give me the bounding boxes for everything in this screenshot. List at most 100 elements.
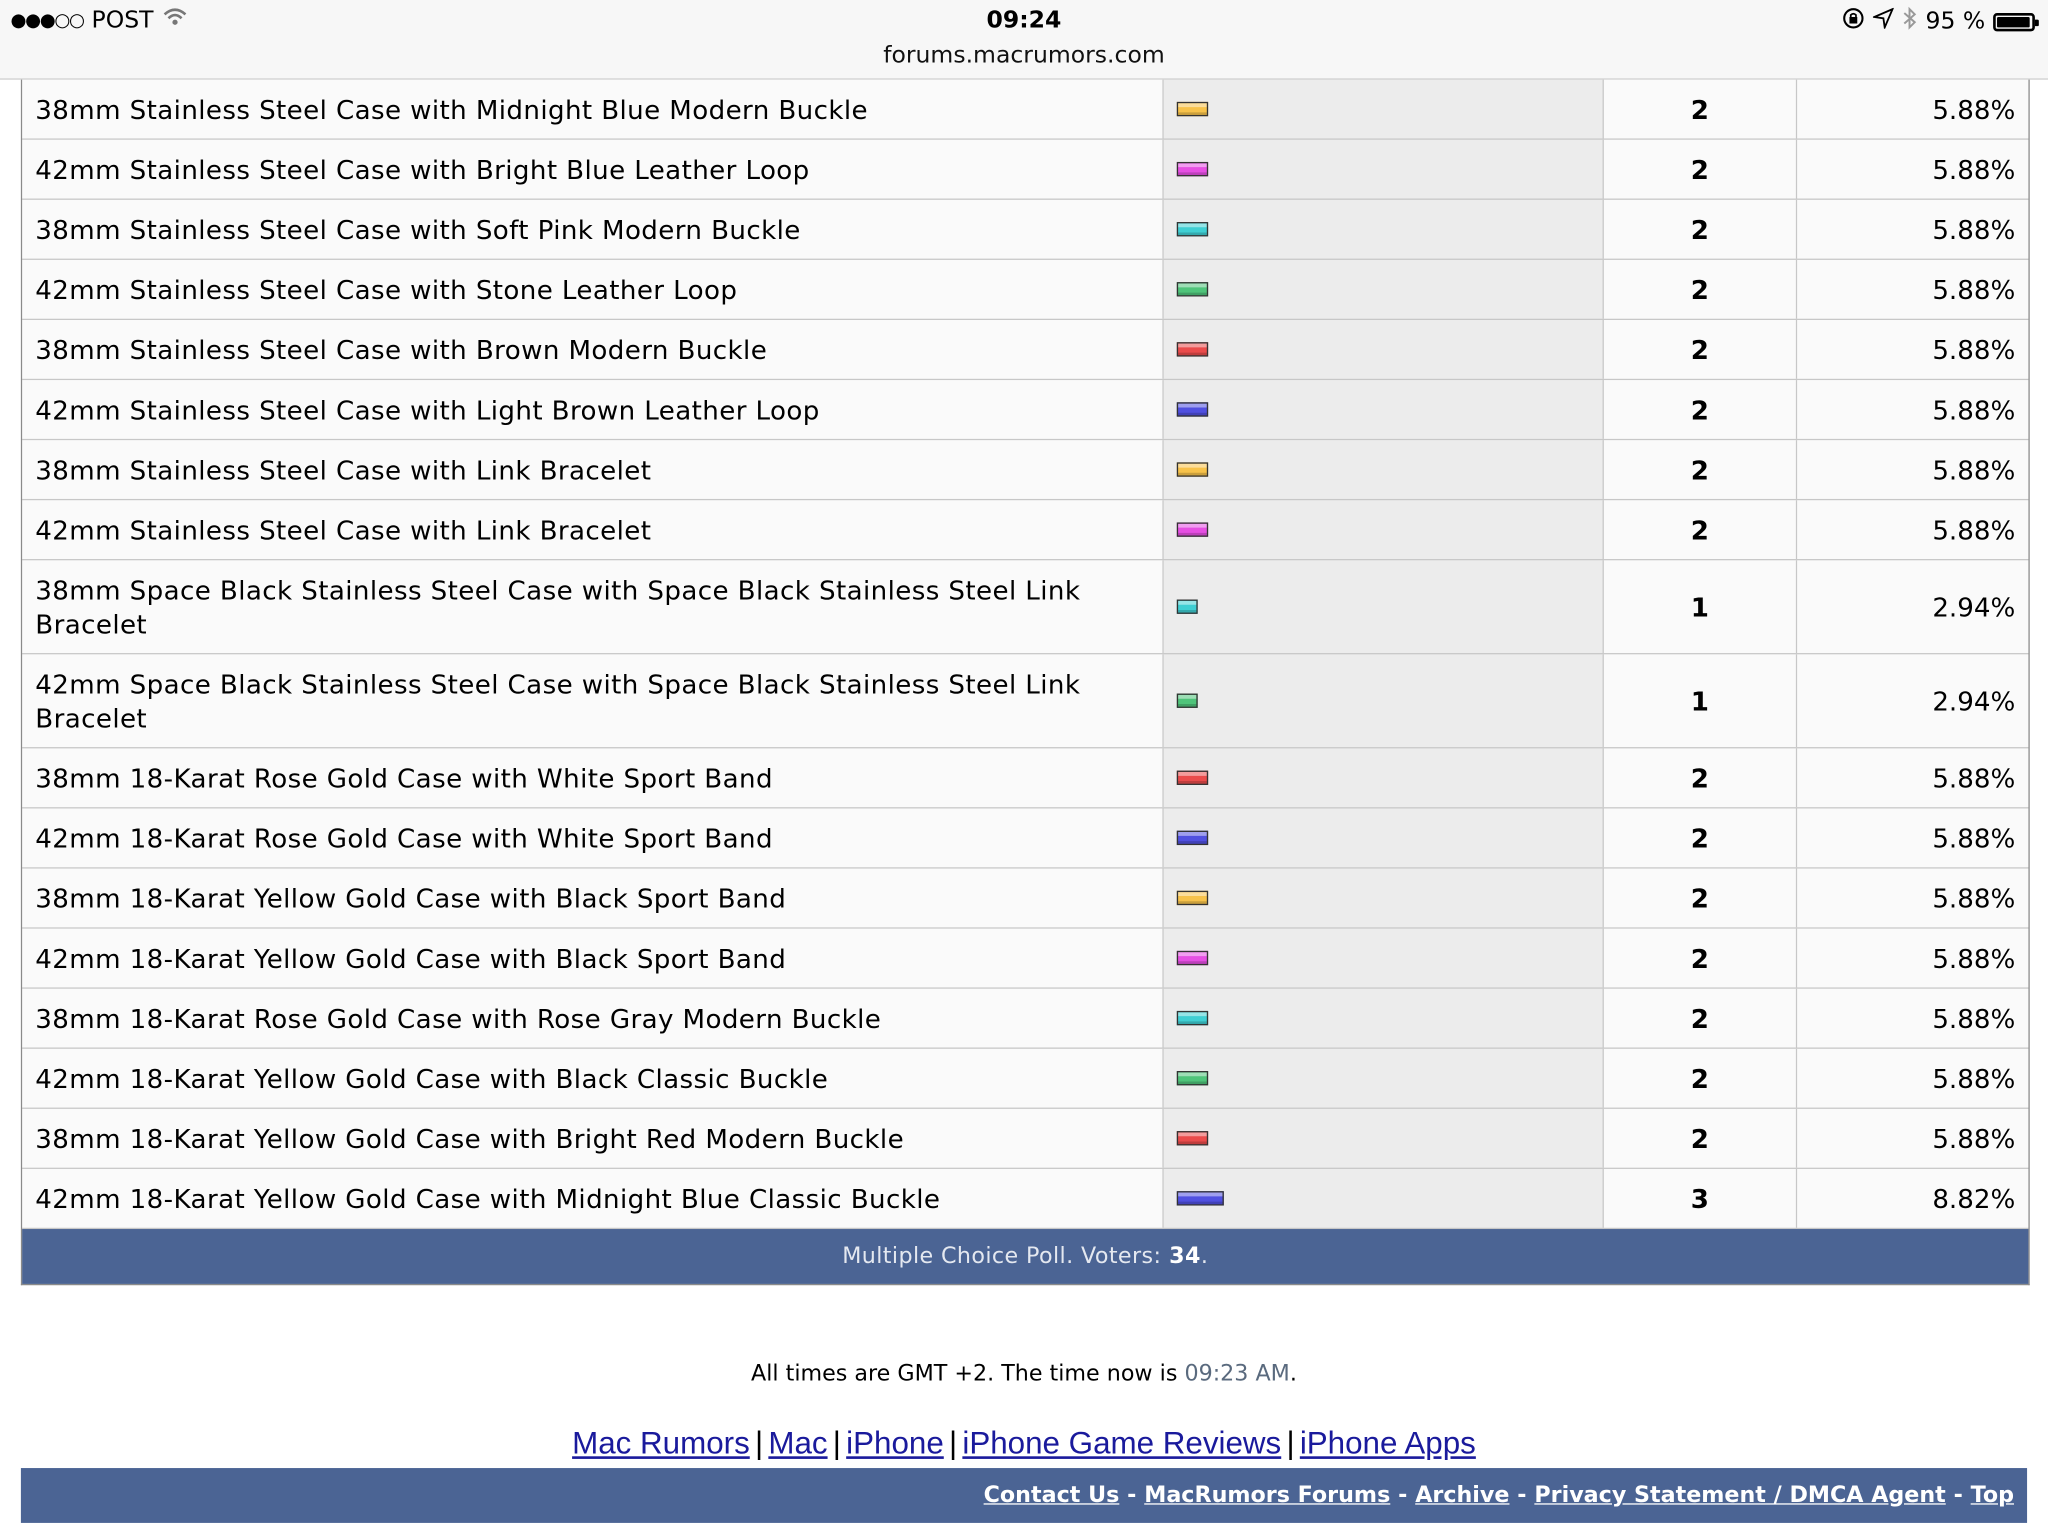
page: ●●●○○ POST 09:24 forums.macrumors.com 95… <box>0 0 2048 1536</box>
poll-option-label: 42mm Stainless Steel Case with Link Brac… <box>22 500 1164 560</box>
poll-result-bar <box>1176 161 1209 177</box>
poll-row: 38mm Space Black Stainless Steel Case wi… <box>22 560 2029 655</box>
poll-row: 42mm Stainless Steel Case with Stone Lea… <box>22 259 2029 320</box>
poll-vote-count: 2 <box>1603 748 1798 808</box>
poll-option-label: 38mm 18-Karat Yellow Gold Case with Blac… <box>22 868 1164 928</box>
poll-percentage: 5.88% <box>1797 928 2029 988</box>
link-contact-us[interactable]: Contact Us <box>984 1482 1120 1508</box>
poll-vote-count: 2 <box>1603 319 1798 379</box>
poll-percentage: 5.88% <box>1797 988 2029 1048</box>
link-mac[interactable]: Mac <box>768 1426 827 1461</box>
poll-bar-cell <box>1163 928 1604 988</box>
battery-icon <box>1993 12 2039 31</box>
poll-bar-cell <box>1163 988 1604 1048</box>
poll-row: 38mm 18-Karat Yellow Gold Case with Blac… <box>22 868 2029 929</box>
poll-option-label: 42mm 18-Karat Yellow Gold Case with Blac… <box>22 928 1164 988</box>
poll-rows: 38mm Stainless Steel Case with Midnight … <box>22 79 2029 1230</box>
poll-result-bar <box>1176 693 1198 708</box>
poll-bar-cell <box>1163 440 1604 499</box>
poll-row: 38mm Stainless Steel Case with Brown Mod… <box>22 319 2029 381</box>
poll-row: 42mm Stainless Steel Case with Link Brac… <box>22 500 2029 561</box>
poll-percentage: 5.88% <box>1797 319 2029 379</box>
poll-bar-cell <box>1163 560 1604 654</box>
poll-vote-count: 2 <box>1603 808 1798 868</box>
poll-results-table: 38mm Stainless Steel Case with Midnight … <box>20 79 2030 1286</box>
poll-vote-count: 2 <box>1603 868 1798 928</box>
poll-option-label: 42mm 18-Karat Yellow Gold Case with Midn… <box>22 1168 1164 1228</box>
poll-row: 38mm 18-Karat Yellow Gold Case with Brig… <box>22 1108 2029 1169</box>
poll-result-bar <box>1176 770 1209 785</box>
poll-vote-count: 1 <box>1603 560 1798 654</box>
poll-option-label: 38mm Stainless Steel Case with Soft Pink… <box>22 199 1164 259</box>
poll-row: 42mm Space Black Stainless Steel Case wi… <box>22 654 2029 749</box>
poll-result-bar <box>1176 282 1209 297</box>
poll-footer: Multiple Choice Poll. Voters: 34. <box>22 1229 2029 1284</box>
url-bar[interactable]: forums.macrumors.com <box>0 42 2048 69</box>
timezone-suffix: . <box>1289 1360 1297 1388</box>
link-privacy-statement[interactable]: Privacy Statement / DMCA Agent <box>1534 1482 1945 1508</box>
poll-option-label: 42mm Stainless Steel Case with Bright Bl… <box>22 139 1164 199</box>
poll-percentage: 5.88% <box>1797 808 2029 868</box>
poll-result-bar <box>1176 1010 1209 1026</box>
poll-option-label: 42mm 18-Karat Yellow Gold Case with Blac… <box>22 1048 1164 1108</box>
poll-row: 38mm Stainless Steel Case with Midnight … <box>22 79 2029 140</box>
poll-option-label: 38mm 18-Karat Rose Gold Case with White … <box>22 748 1164 808</box>
poll-footer-text: Multiple Choice Poll. Voters: <box>842 1243 1162 1270</box>
link-macrumors-forums[interactable]: MacRumors Forums <box>1144 1482 1390 1508</box>
poll-bar-cell <box>1163 319 1604 379</box>
poll-bar-cell <box>1163 1048 1604 1108</box>
link-iphone[interactable]: iPhone <box>846 1426 944 1461</box>
poll-row: 42mm Stainless Steel Case with Bright Bl… <box>22 139 2029 200</box>
poll-result-bar <box>1176 1131 1209 1146</box>
poll-result-bar <box>1176 1191 1224 1206</box>
link-mac-rumors[interactable]: Mac Rumors <box>572 1426 750 1461</box>
poll-row: 38mm Stainless Steel Case with Link Brac… <box>22 440 2029 501</box>
poll-percentage: 5.88% <box>1797 1048 2029 1108</box>
poll-vote-count: 2 <box>1603 500 1798 560</box>
poll-percentage: 5.88% <box>1797 500 2029 560</box>
poll-vote-count: 2 <box>1603 199 1798 259</box>
poll-bar-cell <box>1163 500 1604 560</box>
poll-option-label: 38mm 18-Karat Rose Gold Case with Rose G… <box>22 988 1164 1048</box>
site-links: Mac Rumors | Mac | iPhone | iPhone Game Review… <box>572 1426 1476 1462</box>
poll-option-label: 42mm 18-Karat Rose Gold Case with White … <box>22 808 1164 868</box>
timezone-info: All times are GMT +2. The time now is 09… <box>0 1361 2048 1387</box>
poll-option-label: 42mm Space Black Stainless Steel Case wi… <box>22 654 1164 748</box>
poll-percentage: 5.88% <box>1797 1108 2029 1168</box>
poll-bar-cell <box>1163 380 1604 439</box>
link-iphone-apps[interactable]: iPhone Apps <box>1300 1426 1476 1461</box>
poll-option-label: 42mm Stainless Steel Case with Stone Lea… <box>22 259 1164 319</box>
poll-result-bar <box>1176 342 1209 357</box>
poll-vote-count: 2 <box>1603 139 1798 199</box>
poll-percentage: 8.82% <box>1797 1168 2029 1228</box>
location-icon <box>1871 7 1895 35</box>
current-time: 09:23 AM <box>1184 1360 1290 1388</box>
poll-percentage: 5.88% <box>1797 748 2029 808</box>
poll-percentage: 2.94% <box>1797 654 2029 748</box>
poll-row: 42mm 18-Karat Rose Gold Case with White … <box>22 808 2029 869</box>
poll-bar-cell <box>1163 868 1604 928</box>
link-iphone-game-reviews[interactable]: iPhone Game Reviews <box>962 1426 1281 1461</box>
poll-bar-cell <box>1163 808 1604 868</box>
poll-result-bar <box>1176 402 1209 417</box>
poll-vote-count: 2 <box>1603 259 1798 319</box>
timezone-text: All times are GMT +2. The time now is <box>751 1360 1178 1388</box>
poll-bar-cell <box>1163 748 1604 808</box>
poll-vote-count: 1 <box>1603 654 1798 748</box>
poll-percentage: 5.88% <box>1797 199 2029 259</box>
bluetooth-icon <box>1902 6 1918 37</box>
poll-option-label: 38mm Stainless Steel Case with Link Brac… <box>22 440 1164 499</box>
poll-percentage: 5.88% <box>1797 259 2029 319</box>
poll-vote-count: 2 <box>1603 1048 1798 1108</box>
poll-footer-end: . <box>1200 1243 1209 1270</box>
poll-option-label: 38mm 18-Karat Yellow Gold Case with Brig… <box>22 1108 1164 1168</box>
poll-result-bar <box>1176 950 1209 966</box>
poll-vote-count: 2 <box>1603 79 1798 139</box>
poll-vote-count: 2 <box>1603 988 1798 1048</box>
poll-option-label: 42mm Stainless Steel Case with Light Bro… <box>22 380 1164 439</box>
poll-bar-cell <box>1163 199 1604 259</box>
link-archive[interactable]: Archive <box>1415 1482 1509 1508</box>
rotation-lock-icon <box>1842 7 1866 37</box>
poll-option-label: 38mm Stainless Steel Case with Midnight … <box>22 79 1164 139</box>
link-top[interactable]: Top <box>1971 1482 2014 1508</box>
